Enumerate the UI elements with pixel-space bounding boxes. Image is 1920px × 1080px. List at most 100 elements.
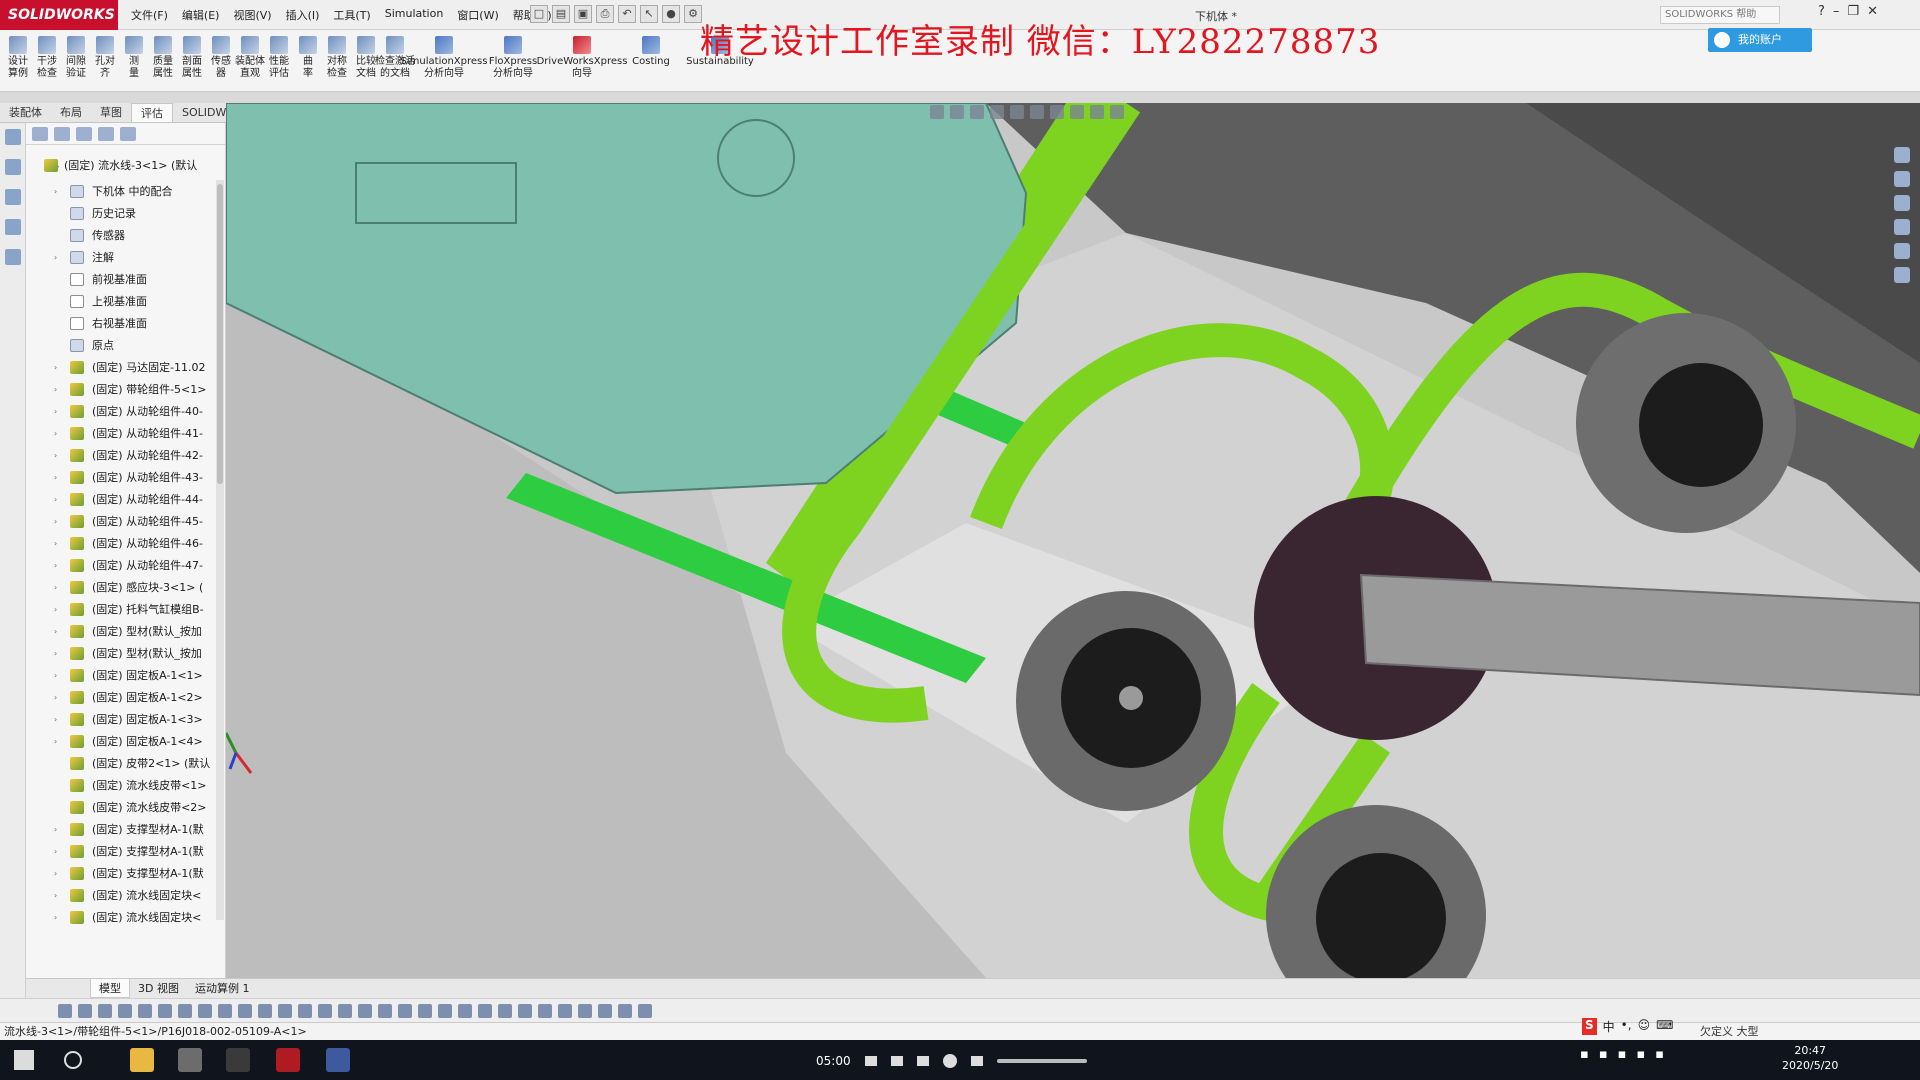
expand-arrow-icon[interactable]: › xyxy=(54,489,57,511)
toolbar-icon[interactable] xyxy=(198,1004,212,1018)
tree-root[interactable]: ⌄ (固定) 流水线-3<1> (默认 xyxy=(26,155,226,177)
property-icon[interactable] xyxy=(54,127,70,141)
command-button[interactable]: 设计 算例 xyxy=(4,30,32,91)
previous-view-icon[interactable] xyxy=(970,105,984,119)
expand-arrow-icon[interactable]: › xyxy=(54,709,57,731)
solidworks-logo[interactable]: SOLIDWORKS xyxy=(0,0,118,30)
toolbar-icon[interactable] xyxy=(558,1004,572,1018)
propertymanager-icon[interactable] xyxy=(5,159,21,175)
tree-node[interactable]: 前视基准面 xyxy=(26,269,226,291)
toolbar-icon[interactable] xyxy=(118,1004,132,1018)
tree-node[interactable]: › (固定) 固定板A-1<2> xyxy=(26,687,226,709)
ime-item[interactable]: 中 xyxy=(1603,1018,1615,1035)
toolbar-icon[interactable] xyxy=(98,1004,112,1018)
command-button[interactable]: 装配体 直观 xyxy=(235,30,265,91)
tree-node[interactable]: › (固定) 感应块-3<1> ( xyxy=(26,577,226,599)
network-icon[interactable]: ▪ xyxy=(1580,1047,1589,1062)
section-view-icon[interactable] xyxy=(990,105,1004,119)
toolbar-icon[interactable] xyxy=(398,1004,412,1018)
command-button[interactable]: 曲 率 xyxy=(294,30,322,91)
tree-node[interactable]: › (固定) 从动轮组件-41- xyxy=(26,423,226,445)
config-icon[interactable] xyxy=(76,127,92,141)
toolbar-icon[interactable] xyxy=(358,1004,372,1018)
expand-arrow-icon[interactable]: › xyxy=(54,665,57,687)
command-button[interactable]: 孔对 齐 xyxy=(91,30,119,91)
command-button[interactable]: 对称 检查 xyxy=(323,30,351,91)
ime-item[interactable]: •, xyxy=(1621,1018,1632,1035)
menu-item[interactable]: 窗口(W) xyxy=(450,5,505,25)
toolbar-icon[interactable] xyxy=(158,1004,172,1018)
tree-node[interactable]: 历史记录 xyxy=(26,203,226,225)
view-settings-icon[interactable] xyxy=(1110,105,1124,119)
expand-arrow-icon[interactable]: › xyxy=(54,533,57,555)
tree-node[interactable]: › (固定) 型材(默认_按加 xyxy=(26,621,226,643)
tree-node[interactable]: (固定) 流水线皮带<1> xyxy=(26,775,226,797)
view-orientation-icon[interactable] xyxy=(1010,105,1024,119)
toolbar-icon[interactable] xyxy=(638,1004,652,1018)
new-document-icon[interactable]: □ xyxy=(530,5,548,23)
target-icon[interactable] xyxy=(98,127,114,141)
command-button[interactable]: 剖面 属性 xyxy=(178,30,206,91)
tree-node[interactable]: › (固定) 固定板A-1<4> xyxy=(26,731,226,753)
expand-arrow-icon[interactable]: › xyxy=(54,401,57,423)
tree-node[interactable]: 右视基准面 xyxy=(26,313,226,335)
sogou-ime-icon[interactable]: S xyxy=(1582,1018,1597,1035)
previous-icon[interactable] xyxy=(864,1056,877,1066)
tree-node[interactable]: › (固定) 从动轮组件-45- xyxy=(26,511,226,533)
tree-node[interactable]: › (固定) 流水线固定块< xyxy=(26,907,226,929)
toolbar-icon[interactable] xyxy=(418,1004,432,1018)
tree-node[interactable]: › (固定) 支撑型材A-1(默 xyxy=(26,863,226,885)
expand-arrow-icon[interactable]: › xyxy=(54,511,57,533)
expand-arrow-icon[interactable]: › xyxy=(54,885,57,907)
display-manager-icon[interactable] xyxy=(5,249,21,265)
calculator-taskbar-icon[interactable] xyxy=(178,1048,202,1072)
configuration-icon[interactable] xyxy=(5,189,21,205)
dimxpert-icon[interactable] xyxy=(5,219,21,235)
tree-node[interactable]: › (固定) 型材(默认_按加 xyxy=(26,643,226,665)
menu-item[interactable]: 编辑(E) xyxy=(175,5,227,25)
rebuild-icon[interactable]: ● xyxy=(662,5,680,23)
model-render[interactable] xyxy=(226,103,1920,978)
tree-node[interactable]: › (固定) 固定板A-1<1> xyxy=(26,665,226,687)
pause-icon[interactable] xyxy=(942,1054,957,1068)
toolbar-icon[interactable] xyxy=(438,1004,452,1018)
tree-node[interactable]: › (固定) 从动轮组件-46- xyxy=(26,533,226,555)
tree-node[interactable]: › (固定) 从动轮组件-43- xyxy=(26,467,226,489)
tree-node[interactable]: (固定) 流水线皮带<2> xyxy=(26,797,226,819)
tree-node[interactable]: 上视基准面 xyxy=(26,291,226,313)
volume-icon[interactable]: ▪ xyxy=(1599,1047,1608,1062)
expand-arrow-icon[interactable]: › xyxy=(54,687,57,709)
battery-icon[interactable]: ▪ xyxy=(1618,1047,1627,1062)
expand-arrow-icon[interactable]: › xyxy=(54,819,57,841)
graphics-viewport[interactable] xyxy=(226,103,1920,978)
edit-appearance-icon[interactable] xyxy=(1070,105,1084,119)
menu-item[interactable]: 工具(T) xyxy=(326,5,377,25)
undo-icon[interactable]: ↶ xyxy=(618,5,636,23)
expand-arrow-icon[interactable]: › xyxy=(54,621,57,643)
menu-item[interactable]: 文件(F) xyxy=(124,5,175,25)
app-taskbar-icon[interactable] xyxy=(226,1048,250,1072)
toolbar-icon[interactable] xyxy=(458,1004,472,1018)
appearances-icon[interactable] xyxy=(1894,243,1910,259)
print-icon[interactable]: ⎙ xyxy=(596,5,614,23)
toolbar-icon[interactable] xyxy=(378,1004,392,1018)
expand-arrow-icon[interactable]: › xyxy=(54,555,57,577)
command-button[interactable]: 质量 属性 xyxy=(149,30,177,91)
expand-arrow-icon[interactable]: › xyxy=(54,467,57,489)
tab-2[interactable]: 草图 xyxy=(91,103,131,122)
tree-scrollbar[interactable] xyxy=(216,180,224,920)
resources-icon[interactable] xyxy=(1894,171,1910,187)
expand-arrow-icon[interactable]: › xyxy=(54,247,57,269)
wizard-button[interactable]: Costing xyxy=(617,30,685,91)
volume-slider[interactable] xyxy=(996,1059,1087,1063)
toolbar-icon[interactable] xyxy=(138,1004,152,1018)
command-button[interactable]: 测 量 xyxy=(120,30,148,91)
tree-node[interactable]: 原点 xyxy=(26,335,226,357)
toolbar-icon[interactable] xyxy=(218,1004,232,1018)
tab-0[interactable]: 装配体 xyxy=(0,103,51,122)
featuremanager-icon[interactable] xyxy=(5,129,21,145)
toolbar-icon[interactable] xyxy=(578,1004,592,1018)
expand-arrow-icon[interactable]: › xyxy=(54,181,57,203)
toolbar-icon[interactable] xyxy=(538,1004,552,1018)
scrollbar-thumb[interactable] xyxy=(217,184,223,484)
